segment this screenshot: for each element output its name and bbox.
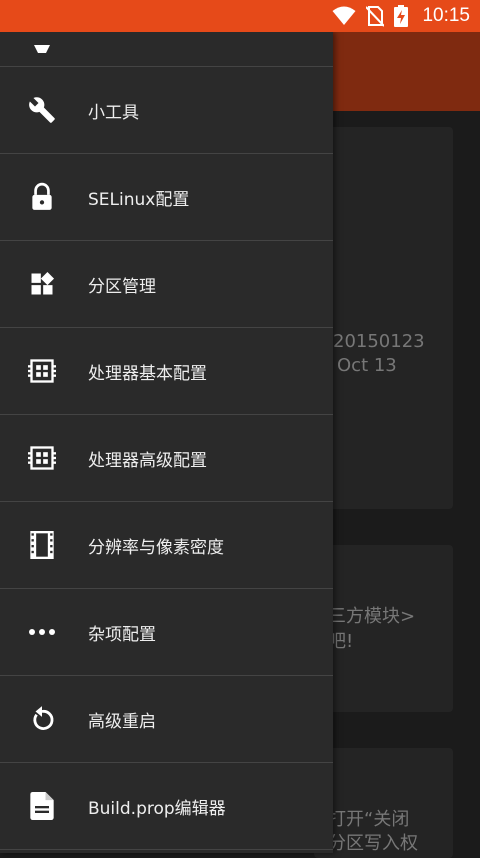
nav-item-misc[interactable]: 杂项配置 xyxy=(0,589,333,676)
background-text: 打开“关闭 xyxy=(328,809,410,830)
more-dots-icon xyxy=(28,618,56,646)
restart-icon xyxy=(28,705,56,733)
status-bar: 10:15 xyxy=(0,0,480,32)
background-card xyxy=(314,545,453,712)
nav-item-label: 处理器基本配置 xyxy=(88,363,207,384)
background-text: 分区写入权 xyxy=(328,833,418,854)
nav-item-label: 小工具 xyxy=(88,102,139,123)
partial-icon xyxy=(28,41,56,69)
file-document-icon xyxy=(28,792,56,820)
nav-item-reboot[interactable]: 高级重启 xyxy=(0,676,333,763)
wrench-icon xyxy=(28,96,56,124)
clock: 10:15 xyxy=(422,5,470,26)
lock-icon xyxy=(28,182,56,211)
nav-item-label: SELinux配置 xyxy=(88,189,190,210)
nav-item-partial[interactable] xyxy=(0,32,333,67)
background-card xyxy=(314,127,453,509)
widgets-icon xyxy=(28,270,56,298)
nav-item-selinux[interactable]: SELinux配置 xyxy=(0,154,333,241)
nav-item-tools[interactable]: 小工具 xyxy=(0,67,333,154)
battery-charging-icon xyxy=(394,5,409,27)
nav-item-cpu-basic[interactable]: 处理器基本配置 xyxy=(0,328,333,415)
nav-item-cpu-advanced[interactable]: 处理器高级配置 xyxy=(0,415,333,502)
nav-item-label: 处理器高级配置 xyxy=(88,450,207,471)
no-sim-icon xyxy=(366,5,385,27)
nav-item-label: 杂项配置 xyxy=(88,624,156,645)
film-icon xyxy=(28,531,56,559)
nav-item-partition[interactable]: 分区管理 xyxy=(0,241,333,328)
nav-item-label: 分辨率与像素密度 xyxy=(88,537,224,558)
wifi-icon xyxy=(332,6,356,26)
nav-item-label: 分区管理 xyxy=(88,276,156,297)
nav-item-label: 高级重启 xyxy=(88,711,156,732)
background-text: 三方模块> xyxy=(328,606,416,627)
navigation-drawer: 小工具 SELinux配置 分区管理 处理器基本配置 处理器高级配置 分辨率与像… xyxy=(0,32,333,853)
background-text: Oct 13 xyxy=(337,355,397,376)
background-text: 20150123 xyxy=(333,331,425,352)
nav-item-label: Build.prop编辑器 xyxy=(88,798,226,819)
cpu-icon xyxy=(28,444,56,472)
cpu-icon xyxy=(28,357,56,385)
nav-item-resolution[interactable]: 分辨率与像素密度 xyxy=(0,502,333,589)
nav-item-buildprop[interactable]: Build.prop编辑器 xyxy=(0,763,333,850)
